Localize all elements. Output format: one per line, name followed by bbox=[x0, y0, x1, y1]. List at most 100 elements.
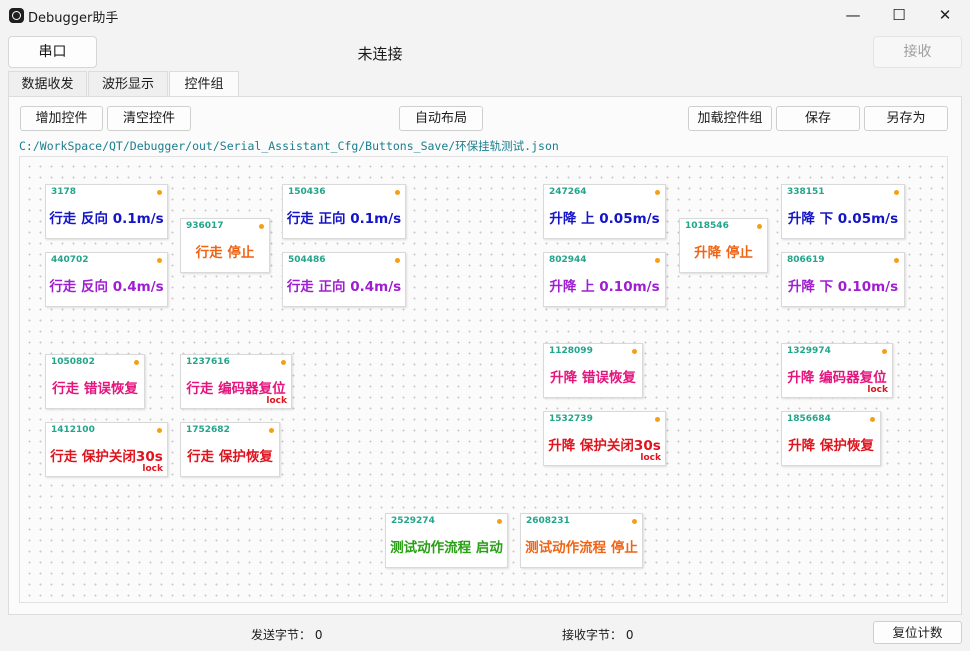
save-as-button[interactable]: 另存为 bbox=[864, 106, 948, 131]
status-dot-icon bbox=[281, 360, 286, 365]
widget-label: 升降 停止 bbox=[694, 245, 753, 261]
widget-button[interactable]: 1532739 升降 保护关闭30s lock bbox=[543, 411, 666, 466]
lock-badge: lock bbox=[867, 385, 888, 395]
save-button[interactable]: 保存 bbox=[776, 106, 860, 131]
widget-label: 行走 保护关闭30s bbox=[50, 449, 163, 465]
status-dot-icon bbox=[882, 349, 887, 354]
widget-id: 247264 bbox=[549, 187, 587, 197]
widget-label: 行走 停止 bbox=[195, 245, 255, 261]
widget-label: 行走 保护恢复 bbox=[187, 449, 273, 465]
status-dot-icon bbox=[655, 417, 660, 422]
tab-data-transfer[interactable]: 数据收发 bbox=[8, 71, 87, 96]
load-widget-group-button[interactable]: 加载控件组 bbox=[688, 106, 772, 131]
status-dot-icon bbox=[259, 224, 264, 229]
widget-button[interactable]: 150436 行走 正向 0.1m/s bbox=[282, 184, 406, 239]
widget-canvas: 3178 行走 反向 0.1m/s 936017 行走 停止 150436 行走… bbox=[19, 156, 948, 603]
widget-button[interactable]: 3178 行走 反向 0.1m/s bbox=[45, 184, 168, 239]
status-dot-icon bbox=[655, 190, 660, 195]
widget-id: 2529274 bbox=[391, 516, 435, 526]
widget-label: 升降 下 0.05m/s bbox=[787, 211, 899, 227]
status-dot-icon bbox=[870, 417, 875, 422]
lock-badge: lock bbox=[266, 396, 287, 406]
received-bytes-counter: 接收字节： 0 bbox=[562, 628, 634, 642]
lock-badge: lock bbox=[142, 464, 163, 474]
widget-button[interactable]: 1050802 行走 错误恢复 bbox=[45, 354, 145, 409]
widget-button[interactable]: 440702 行走 反向 0.4m/s bbox=[45, 252, 168, 307]
widget-label: 测试动作流程 停止 bbox=[525, 540, 638, 556]
widget-id: 3178 bbox=[51, 187, 77, 197]
widget-id: 504486 bbox=[288, 255, 326, 265]
widget-button[interactable]: 1752682 行走 保护恢复 bbox=[180, 422, 280, 477]
status-dot-icon bbox=[497, 519, 502, 524]
clear-widgets-button[interactable]: 清空控件 bbox=[107, 106, 191, 131]
widget-label: 行走 反向 0.1m/s bbox=[49, 211, 164, 227]
widget-button[interactable]: 806619 升降 下 0.10m/s bbox=[781, 252, 905, 307]
widget-label: 行走 正向 0.1m/s bbox=[286, 211, 402, 227]
widget-id: 1532739 bbox=[549, 414, 593, 424]
add-widget-button[interactable]: 增加控件 bbox=[20, 106, 103, 131]
tab-widget-group[interactable]: 控件组 bbox=[169, 71, 239, 97]
close-button[interactable]: ✕ bbox=[922, 0, 968, 31]
status-dot-icon bbox=[655, 258, 660, 263]
widget-id: 150436 bbox=[288, 187, 326, 197]
widget-id: 440702 bbox=[51, 255, 89, 265]
widget-label: 升降 下 0.10m/s bbox=[787, 279, 899, 295]
auto-layout-button[interactable]: 自动布局 bbox=[399, 106, 483, 131]
widget-id: 1752682 bbox=[186, 425, 230, 435]
tab-waveform[interactable]: 波形显示 bbox=[88, 71, 168, 96]
widget-id: 1237616 bbox=[186, 357, 230, 367]
widget-id: 802944 bbox=[549, 255, 587, 265]
widget-button[interactable]: 338151 升降 下 0.05m/s bbox=[781, 184, 905, 239]
app-logo-icon bbox=[9, 8, 24, 23]
widget-button[interactable]: 1856684 升降 保护恢复 bbox=[781, 411, 881, 466]
widget-label: 行走 错误恢复 bbox=[52, 381, 138, 397]
status-dot-icon bbox=[757, 224, 762, 229]
widget-label: 行走 编码器复位 bbox=[186, 381, 286, 397]
widget-button[interactable]: 1128099 升降 错误恢复 bbox=[543, 343, 643, 398]
widget-label: 升降 上 0.10m/s bbox=[549, 279, 660, 295]
widget-button[interactable]: 504486 行走 正向 0.4m/s bbox=[282, 252, 406, 307]
widget-id: 2608231 bbox=[526, 516, 570, 526]
widget-id: 1018546 bbox=[685, 221, 729, 231]
widget-label: 升降 上 0.05m/s bbox=[549, 211, 660, 227]
widget-id: 1128099 bbox=[549, 346, 593, 356]
widget-label: 升降 错误恢复 bbox=[550, 370, 636, 386]
widget-label: 升降 保护关闭30s bbox=[548, 438, 661, 454]
status-dot-icon bbox=[395, 258, 400, 263]
reset-count-button[interactable]: 复位计数 bbox=[873, 621, 962, 644]
widget-button[interactable]: 1237616 行走 编码器复位 lock bbox=[180, 354, 292, 409]
status-dot-icon bbox=[157, 258, 162, 263]
maximize-button[interactable]: ☐ bbox=[876, 0, 922, 31]
status-dot-icon bbox=[157, 428, 162, 433]
widget-label: 升降 保护恢复 bbox=[788, 438, 874, 454]
widget-id: 936017 bbox=[186, 221, 224, 231]
status-dot-icon bbox=[134, 360, 139, 365]
sent-bytes-counter: 发送字节： 0 bbox=[251, 628, 323, 642]
widget-button[interactable]: 2529274 测试动作流程 启动 bbox=[385, 513, 508, 568]
widget-label: 测试动作流程 启动 bbox=[390, 540, 503, 556]
widget-button[interactable]: 1018546 升降 停止 bbox=[679, 218, 768, 273]
connection-status: 未连接 bbox=[357, 45, 403, 63]
serial-port-button[interactable]: 串口 bbox=[8, 36, 97, 68]
widget-label: 行走 反向 0.4m/s bbox=[49, 279, 164, 295]
widget-button[interactable]: 1412100 行走 保护关闭30s lock bbox=[45, 422, 168, 477]
widget-id: 338151 bbox=[787, 187, 825, 197]
widget-id: 1329974 bbox=[787, 346, 831, 356]
widget-id: 1412100 bbox=[51, 425, 95, 435]
widget-button[interactable]: 1329974 升降 编码器复位 lock bbox=[781, 343, 893, 398]
widget-button[interactable]: 936017 行走 停止 bbox=[180, 218, 270, 273]
widget-id: 806619 bbox=[787, 255, 825, 265]
status-dot-icon bbox=[157, 190, 162, 195]
status-dot-icon bbox=[269, 428, 274, 433]
lock-badge: lock bbox=[640, 453, 661, 463]
window-title: Debugger助手 bbox=[28, 11, 119, 26]
widget-id: 1050802 bbox=[51, 357, 95, 367]
widget-button[interactable]: 247264 升降 上 0.05m/s bbox=[543, 184, 666, 239]
widget-button[interactable]: 802944 升降 上 0.10m/s bbox=[543, 252, 666, 307]
status-dot-icon bbox=[632, 349, 637, 354]
widget-button[interactable]: 2608231 测试动作流程 停止 bbox=[520, 513, 643, 568]
minimize-button[interactable]: — bbox=[830, 0, 876, 31]
file-path: C:/WorkSpace/QT/Debugger/out/Serial_Assi… bbox=[19, 139, 559, 153]
title-bar: Debugger助手 — ☐ ✕ bbox=[0, 0, 970, 31]
receive-button[interactable]: 接收 bbox=[873, 36, 962, 68]
